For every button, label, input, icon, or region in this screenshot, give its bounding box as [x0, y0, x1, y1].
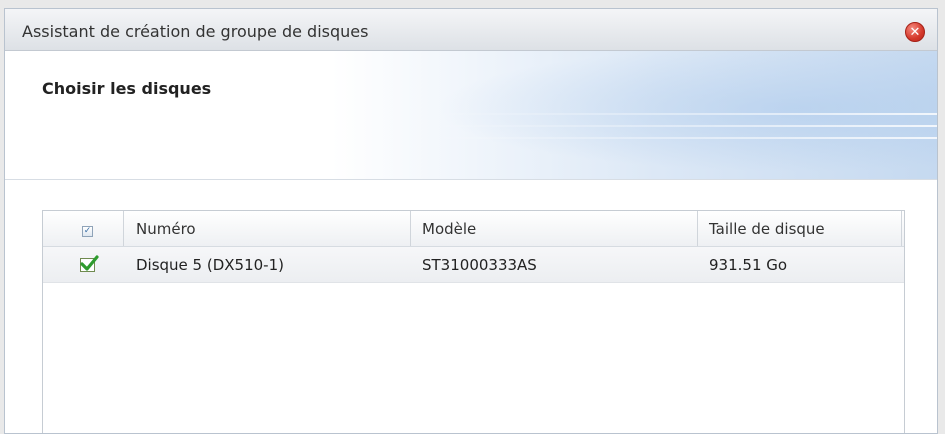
- disk-size-cell: 931.51 Go: [709, 256, 788, 274]
- column-header-model[interactable]: Modèle: [422, 220, 476, 238]
- grid-header: ✓ Numéro Modèle Taille de disque: [43, 211, 904, 247]
- row-checkbox[interactable]: [80, 255, 99, 272]
- disk-model-cell: ST31000333AS: [422, 256, 537, 274]
- close-icon[interactable]: ✕: [905, 22, 925, 42]
- disk-selection-grid: ✓ Numéro Modèle Taille de disque Disque …: [42, 210, 905, 433]
- table-row[interactable]: Disque 5 (DX510-1) ST31000333AS 931.51 G…: [43, 247, 904, 283]
- dialog-titlebar[interactable]: Assistant de création de groupe de disqu…: [5, 9, 937, 51]
- dialog-title: Assistant de création de groupe de disqu…: [22, 22, 369, 41]
- wizard-header-banner: Choisir les disques: [5, 51, 937, 180]
- column-header-disk-size[interactable]: Taille de disque: [709, 220, 825, 238]
- wizard-dialog: Assistant de création de groupe de disqu…: [4, 8, 938, 434]
- disk-number-cell: Disque 5 (DX510-1): [136, 256, 284, 274]
- checkmark-icon: [80, 255, 99, 271]
- step-title: Choisir les disques: [42, 79, 212, 98]
- select-all-checkbox[interactable]: ✓: [82, 226, 93, 237]
- column-header-number[interactable]: Numéro: [136, 220, 196, 238]
